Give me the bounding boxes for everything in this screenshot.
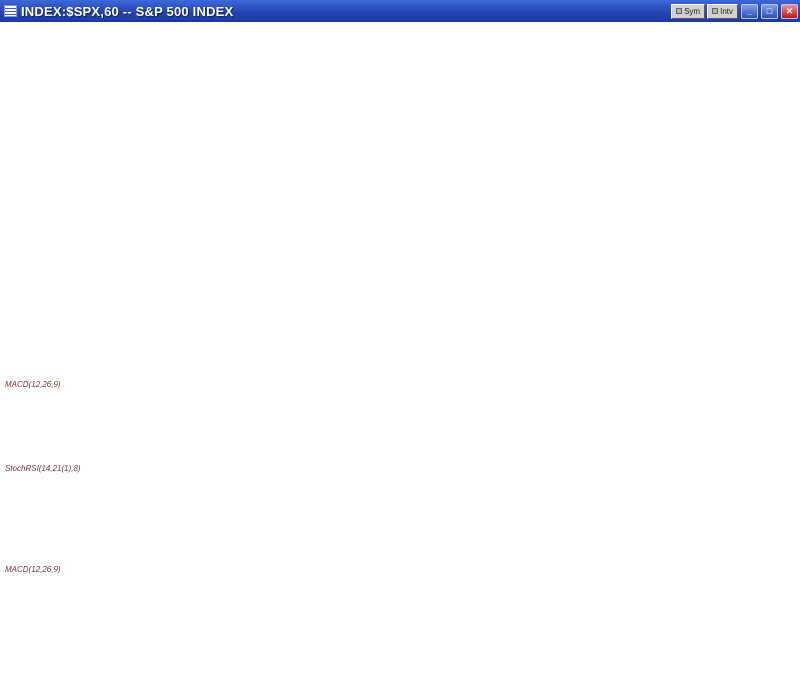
stoch-pane-label: StochRSI(14,21(1),8) bbox=[5, 464, 81, 473]
titlebar-buttons: Sym Intv _ □ ✕ bbox=[671, 3, 798, 19]
maximize-button[interactable]: □ bbox=[761, 3, 778, 19]
chart-window-icon bbox=[4, 5, 17, 17]
maximize-icon: □ bbox=[766, 6, 773, 16]
sym-icon bbox=[676, 8, 683, 14]
ad-pane-label: MACD(12,26,9) bbox=[5, 565, 61, 574]
window-title: INDEX:$SPX,60 -- S&P 500 INDEX bbox=[21, 3, 234, 19]
minimize-icon: _ bbox=[746, 6, 752, 16]
sym-button-label: Sym bbox=[684, 6, 701, 16]
window-titlebar[interactable]: INDEX:$SPX,60 -- S&P 500 INDEX Sym Intv … bbox=[0, 0, 800, 22]
pane-labels: MACD(12,26,9) StochRSI(14,21(1),8) MACD(… bbox=[5, 380, 81, 574]
intv-button-label: Intv bbox=[720, 6, 733, 16]
close-icon: ✕ bbox=[785, 5, 794, 16]
intv-icon bbox=[712, 8, 719, 14]
chart-area[interactable]: MACD(12,26,9) StochRSI(14,21(1),8) MACD(… bbox=[0, 0, 800, 689]
intv-button[interactable]: Intv bbox=[707, 3, 738, 19]
qcharts-window: MACD(12,26,9) StochRSI(14,21(1),8) MACD(… bbox=[0, 0, 800, 689]
close-button[interactable]: ✕ bbox=[781, 3, 798, 19]
sym-button[interactable]: Sym bbox=[671, 3, 706, 19]
macd-pane-label: MACD(12,26,9) bbox=[5, 380, 61, 389]
minimize-button[interactable]: _ bbox=[741, 3, 758, 19]
